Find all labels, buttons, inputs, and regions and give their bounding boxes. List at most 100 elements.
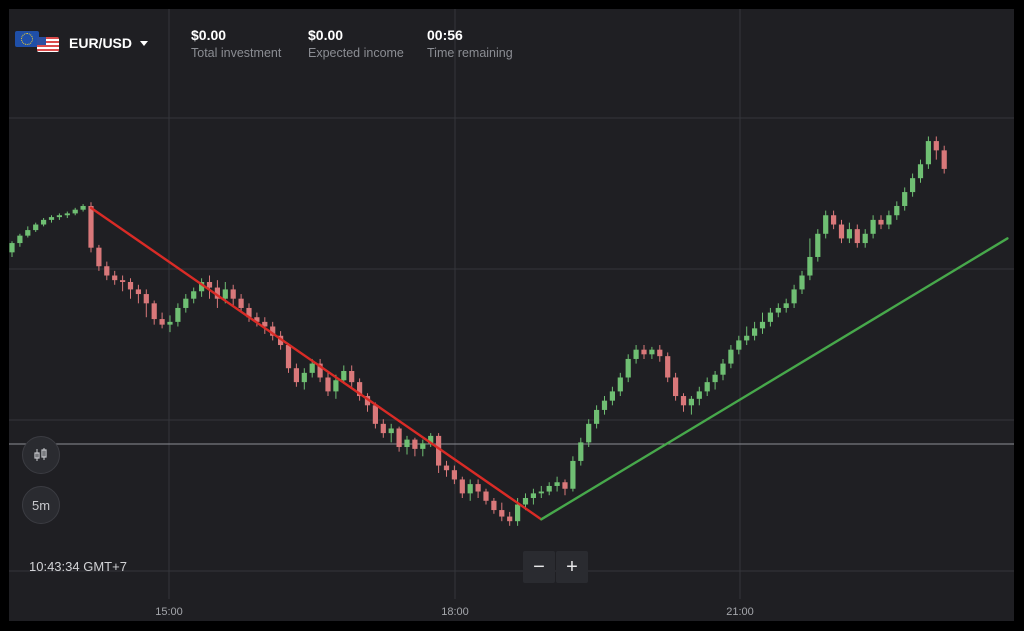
top-bar: EUR/USD $0.00 Total investment $0.00 Exp… <box>9 9 1014 79</box>
candle-down <box>459 479 465 494</box>
asset-flags <box>15 31 61 55</box>
candle-down <box>159 319 165 325</box>
x-tick-label: 21:00 <box>726 606 754 618</box>
candle-up <box>728 349 734 364</box>
candle-down <box>143 294 149 304</box>
zoom-controls: − + <box>523 551 588 583</box>
candle-up <box>72 209 78 214</box>
total-investment-label: Total investment <box>191 46 282 60</box>
candle-down <box>878 219 884 225</box>
candle-down <box>349 371 355 383</box>
candle-down <box>673 377 679 397</box>
candle-up <box>467 484 473 494</box>
candle-up <box>617 377 623 392</box>
candle-up <box>341 371 347 381</box>
candle-down <box>491 500 497 511</box>
candle-up <box>594 409 600 424</box>
candle-up <box>167 321 173 325</box>
candle-up <box>736 340 742 350</box>
trading-chart-window: EUR/USD $0.00 Total investment $0.00 Exp… <box>9 9 1014 621</box>
candle-up <box>80 205 86 210</box>
downtrend-line <box>89 206 543 521</box>
candle-up <box>301 372 307 383</box>
candle-down <box>680 396 687 406</box>
candle-up <box>183 298 189 308</box>
candle-down <box>665 356 671 378</box>
server-clock: 10:43:34 GMT+7 <box>29 559 127 574</box>
candle-down <box>151 303 157 320</box>
candle-down <box>380 423 386 434</box>
candlestick-icon <box>34 448 47 461</box>
plus-icon: + <box>566 555 578 578</box>
candle-up <box>783 303 789 308</box>
candle-down <box>96 247 102 267</box>
candle-up <box>601 400 608 410</box>
caret-down-icon <box>140 40 149 46</box>
candle-down <box>112 275 118 281</box>
candle-up <box>902 192 908 206</box>
asset-selector[interactable]: EUR/USD <box>15 31 149 55</box>
candle-up <box>48 217 55 220</box>
candle-up <box>823 215 829 234</box>
candle-up <box>752 328 758 336</box>
candle-down <box>443 465 450 471</box>
candle-up <box>17 235 23 244</box>
candle-down <box>206 282 213 288</box>
candle-up <box>64 213 70 216</box>
candle-up <box>870 219 876 234</box>
timeframe-label: 5m <box>31 497 51 513</box>
candle-down <box>104 266 110 276</box>
time-remaining-label: Time remaining <box>427 46 513 60</box>
candle-up <box>633 349 639 359</box>
x-tick-label: 18:00 <box>441 606 469 618</box>
candle-up <box>759 321 766 329</box>
expected-income: $0.00 Expected income <box>308 26 404 61</box>
candle-up <box>9 243 15 253</box>
candle-down <box>483 491 489 501</box>
candle-down <box>933 141 939 151</box>
candle-down <box>135 289 141 295</box>
candle-down <box>127 282 134 290</box>
candle-up <box>538 491 544 494</box>
candle-down <box>451 470 457 480</box>
candle-down <box>641 349 647 355</box>
candle-up <box>886 215 892 225</box>
zoom-out-button[interactable]: − <box>523 551 555 583</box>
candle-down <box>499 510 505 517</box>
candle-up <box>222 289 228 299</box>
candle-up <box>799 275 805 290</box>
candle-down <box>372 405 378 424</box>
candle-down <box>507 516 513 522</box>
chart-type-button[interactable] <box>22 436 60 474</box>
candle-down <box>238 298 244 308</box>
price-chart[interactable] <box>9 9 1014 621</box>
candle-up <box>625 358 631 378</box>
candle-down <box>657 349 663 357</box>
zoom-in-button[interactable]: + <box>556 551 588 583</box>
candle-down <box>562 482 568 489</box>
candle-up <box>609 391 615 401</box>
x-tick-label: 15:00 <box>155 606 183 618</box>
candle-up <box>191 291 197 299</box>
candle-up <box>862 233 868 244</box>
asset-name: EUR/USD <box>69 35 133 51</box>
candle-up <box>404 439 410 448</box>
candle-up <box>696 391 702 399</box>
candle-up <box>917 164 924 179</box>
candle-down <box>120 280 126 282</box>
candle-up <box>704 382 710 392</box>
candle-up <box>515 504 521 522</box>
candle-up <box>56 215 62 218</box>
candle-down <box>325 377 331 392</box>
candle-down <box>941 150 947 169</box>
us-flag-icon <box>37 37 59 52</box>
candle-down <box>475 484 481 492</box>
candle-up <box>41 219 47 225</box>
candle-up <box>388 428 394 434</box>
candle-up <box>744 335 750 341</box>
timeframe-button[interactable]: 5m <box>22 486 60 524</box>
candle-up <box>546 485 552 492</box>
candle-down <box>285 345 292 369</box>
candle-up <box>530 493 536 499</box>
candle-up <box>33 224 39 231</box>
